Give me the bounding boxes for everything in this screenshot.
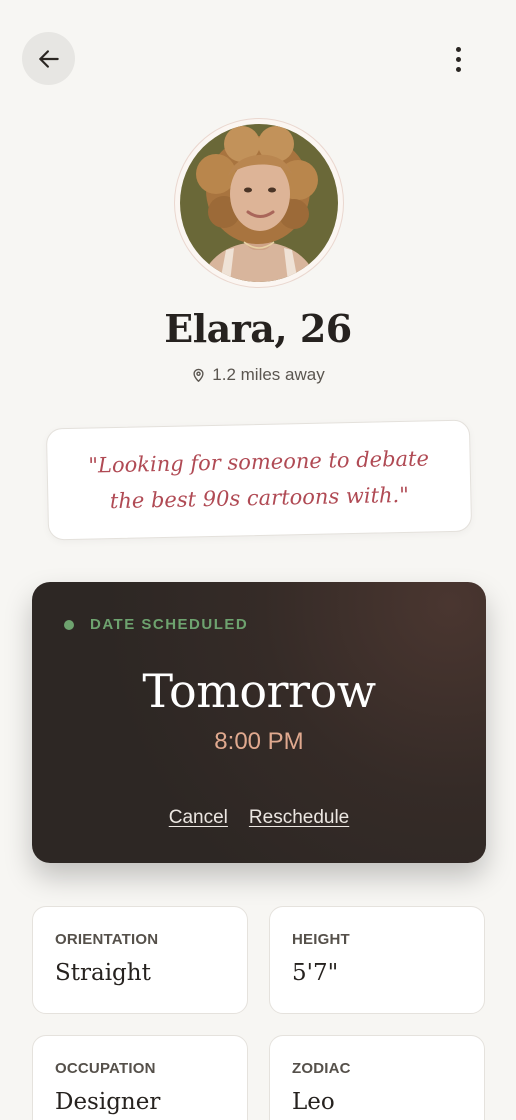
avatar-photo bbox=[180, 124, 338, 282]
detail-label: OCCUPATION bbox=[55, 1060, 156, 1077]
more-options-button[interactable] bbox=[440, 40, 476, 78]
distance-row: 1.2 miles away bbox=[0, 365, 516, 385]
scheduled-date-card: DATE SCHEDULED Tomorrow 8:00 PM Cancel R… bbox=[32, 582, 486, 863]
date-day: Tomorrow bbox=[142, 664, 376, 718]
date-status-label: DATE SCHEDULED bbox=[90, 616, 249, 633]
map-pin-icon bbox=[193, 368, 204, 382]
profile-quote: "Looking for someone to debate the best … bbox=[88, 446, 430, 514]
distance-text: 1.2 miles away bbox=[212, 365, 325, 384]
arrow-left-icon bbox=[38, 49, 59, 68]
date-time: 8:00 PM bbox=[214, 728, 304, 755]
date-status: DATE SCHEDULED bbox=[64, 616, 248, 633]
avatar[interactable] bbox=[180, 124, 338, 282]
profile-name: Elara, 26 bbox=[164, 306, 352, 351]
detail-card-height: HEIGHT 5'7" bbox=[269, 906, 485, 1014]
detail-card-occupation: OCCUPATION Designer bbox=[32, 1035, 248, 1120]
detail-card-zodiac: ZODIAC Leo bbox=[269, 1035, 485, 1120]
back-button[interactable] bbox=[22, 32, 75, 85]
detail-value: Designer bbox=[55, 1089, 161, 1115]
detail-value: 5'7" bbox=[292, 960, 339, 986]
detail-card-orientation: ORIENTATION Straight bbox=[32, 906, 248, 1014]
date-actions: Cancel Reschedule bbox=[32, 807, 486, 829]
detail-value: Leo bbox=[292, 1089, 335, 1115]
status-dot-icon bbox=[64, 619, 74, 630]
more-vertical-icon bbox=[455, 46, 461, 52]
reschedule-date-link[interactable]: Reschedule bbox=[249, 807, 349, 829]
detail-label: ZODIAC bbox=[292, 1060, 351, 1077]
profile-screen: Elara, 26 1.2 miles away "Looking for so… bbox=[0, 0, 516, 1120]
detail-label: ORIENTATION bbox=[55, 931, 159, 948]
cancel-date-link[interactable]: Cancel bbox=[169, 807, 228, 829]
profile-quote-card: "Looking for someone to debate the best … bbox=[45, 419, 473, 541]
detail-label: HEIGHT bbox=[292, 931, 350, 948]
avatar-frame bbox=[174, 118, 344, 288]
detail-value: Straight bbox=[55, 960, 151, 986]
